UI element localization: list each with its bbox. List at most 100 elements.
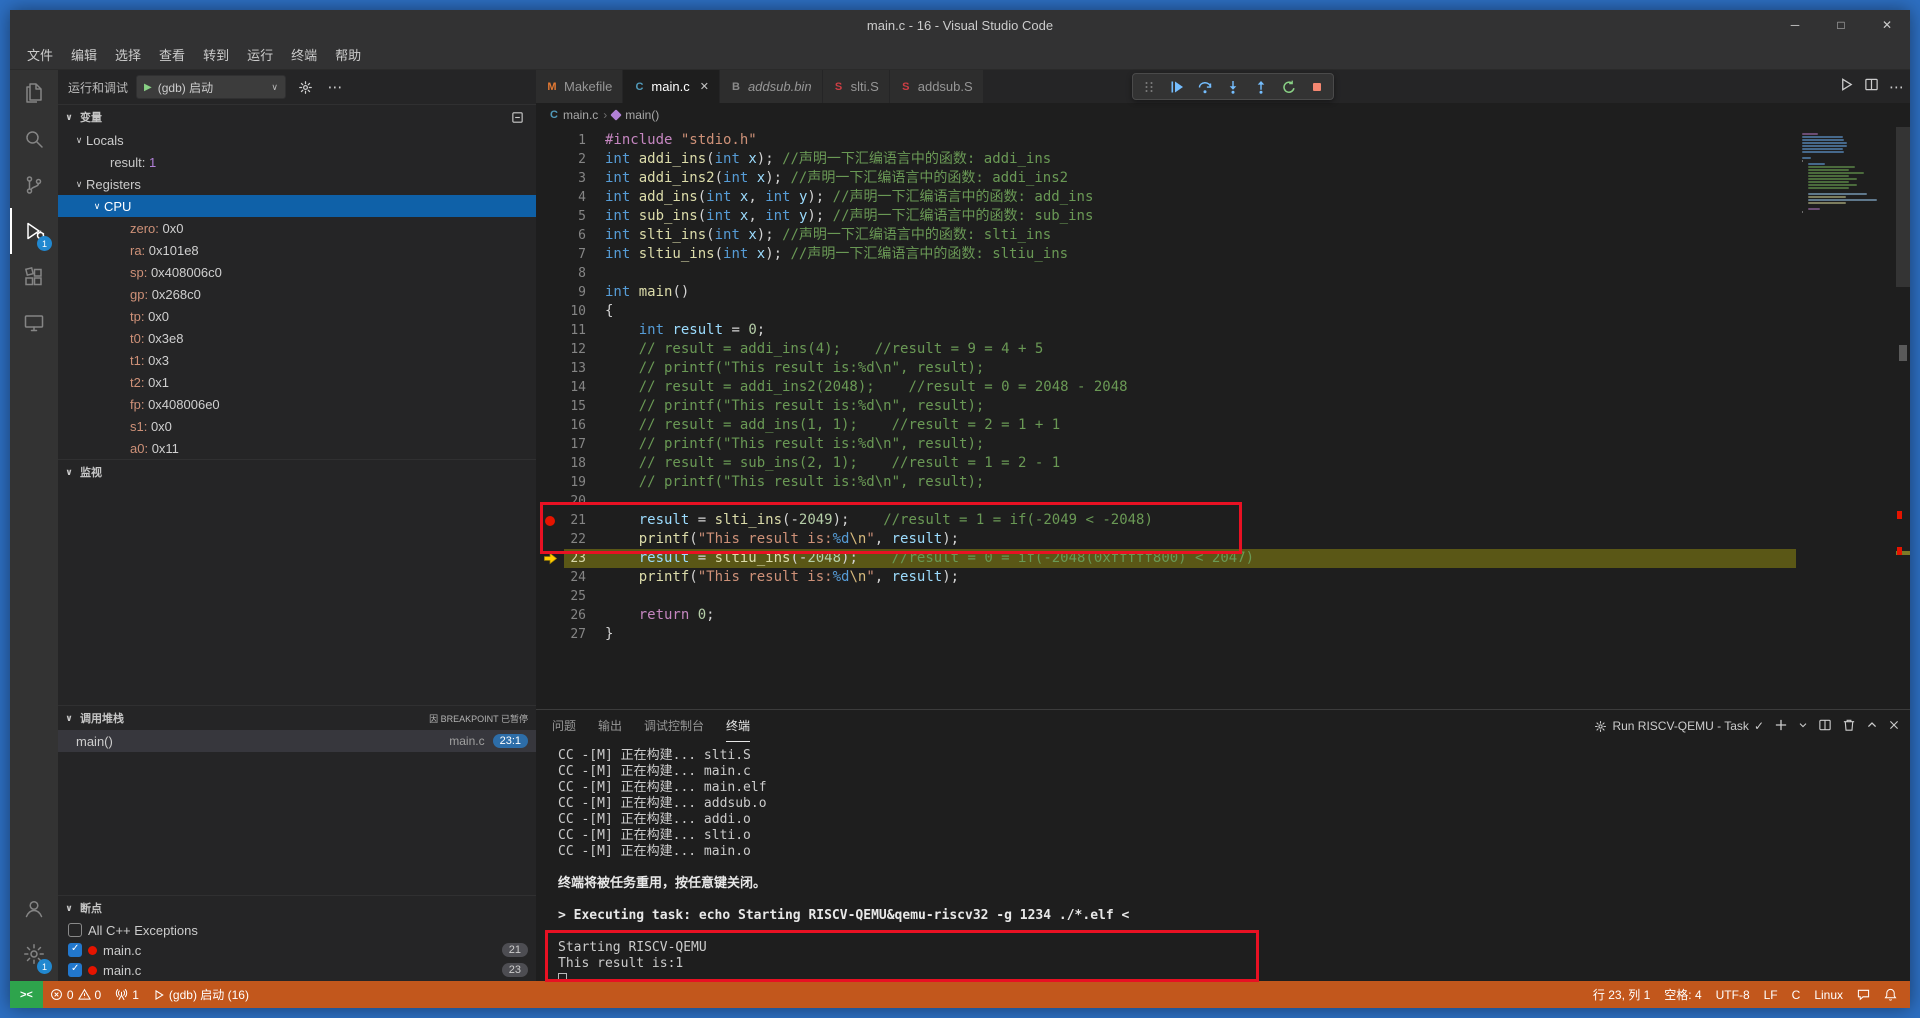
gutter-13[interactable] — [536, 359, 564, 378]
variables-header[interactable]: ∨ 变量 — [58, 105, 536, 129]
code-line-24[interactable]: 24 printf("This result is:%d\n", result)… — [536, 568, 1796, 587]
notifications-bell-icon[interactable] — [1877, 981, 1904, 1008]
feedback-icon[interactable] — [1850, 981, 1877, 1008]
register-row[interactable]: ra: 0x101e8 — [58, 239, 536, 261]
terminal-task-selector[interactable]: Run RISCV-QEMU - Task ✓ — [1594, 719, 1764, 733]
code-line-2[interactable]: 2int addi_ins(int x); //声明一下汇编语言中的函数: ad… — [536, 150, 1796, 169]
gutter-8[interactable] — [536, 264, 564, 283]
code-editor[interactable]: 1#include "stdio.h"2int addi_ins(int x);… — [536, 127, 1796, 709]
register-row[interactable]: t2: 0x1 — [58, 371, 536, 393]
menu-item-查看[interactable]: 查看 — [150, 42, 194, 67]
accounts-icon[interactable] — [10, 885, 58, 931]
code-line-13[interactable]: 13 // printf("This result is:%d\n", resu… — [536, 359, 1796, 378]
cpu-group[interactable]: ∨ CPU — [58, 195, 536, 217]
code-line-10[interactable]: 10{ — [536, 302, 1796, 321]
remote-indicator[interactable]: >< — [10, 981, 43, 1008]
code-line-25[interactable]: 25 — [536, 587, 1796, 606]
collapse-all-icon[interactable] — [506, 106, 528, 128]
settings-gear-icon[interactable]: 1 — [10, 931, 58, 977]
code-line-14[interactable]: 14 // result = addi_ins2(2048); //result… — [536, 378, 1796, 397]
close-button[interactable]: ✕ — [1864, 10, 1910, 40]
code-line-6[interactable]: 6int slti_ins(int x); //声明一下汇编语言中的函数: sl… — [536, 226, 1796, 245]
panel-tab-输出[interactable]: 输出 — [598, 710, 622, 742]
registers-group[interactable]: ∨ Registers — [58, 173, 536, 195]
gutter-23[interactable] — [536, 549, 564, 568]
gutter-12[interactable] — [536, 340, 564, 359]
extensions-icon[interactable] — [10, 254, 58, 300]
explorer-icon[interactable] — [10, 70, 58, 116]
breakpoint-checkbox[interactable] — [68, 963, 82, 977]
tab-Makefile[interactable]: MMakefile — [536, 70, 623, 103]
gutter-22[interactable] — [536, 530, 564, 549]
menu-item-运行[interactable]: 运行 — [238, 42, 282, 67]
menu-item-转到[interactable]: 转到 — [194, 42, 238, 67]
gutter-21[interactable] — [536, 511, 564, 530]
register-row[interactable]: fp: 0x408006e0 — [58, 393, 536, 415]
code-line-9[interactable]: 9int main() — [536, 283, 1796, 302]
gutter-5[interactable] — [536, 207, 564, 226]
breadcrumb[interactable]: C main.c › main() — [536, 103, 1910, 127]
kill-terminal-trash-icon[interactable] — [1842, 718, 1856, 735]
code-line-19[interactable]: 19 // printf("This result is:%d\n", resu… — [536, 473, 1796, 492]
encoding[interactable]: UTF-8 — [1709, 981, 1757, 1008]
eol-indicator[interactable]: LF — [1757, 981, 1785, 1008]
watch-header[interactable]: ∨ 监视 — [58, 460, 536, 484]
run-and-debug-icon[interactable]: 1 — [10, 208, 58, 254]
gutter-20[interactable] — [536, 492, 564, 511]
menu-item-选择[interactable]: 选择 — [106, 42, 150, 67]
gutter-1[interactable] — [536, 131, 564, 150]
indentation[interactable]: 空格: 4 — [1657, 981, 1708, 1008]
split-terminal-icon[interactable] — [1818, 718, 1832, 735]
terminal[interactable]: CC -[M] 正在构建... slti.SCC -[M] 正在构建... ma… — [536, 742, 1910, 981]
locals-group[interactable]: ∨ Locals — [58, 129, 536, 151]
gutter-17[interactable] — [536, 435, 564, 454]
more-actions-icon[interactable]: ⋯ — [1889, 78, 1904, 96]
gutter-10[interactable] — [536, 302, 564, 321]
close-icon[interactable]: ✕ — [700, 80, 709, 93]
code-line-8[interactable]: 8 — [536, 264, 1796, 283]
breadcrumb-file[interactable]: main.c — [563, 108, 598, 122]
more-actions-icon[interactable]: ⋯ — [324, 76, 346, 98]
menu-item-编辑[interactable]: 编辑 — [62, 42, 106, 67]
code-line-26[interactable]: 26 return 0; — [536, 606, 1796, 625]
code-line-20[interactable]: 20 — [536, 492, 1796, 511]
step-out-icon[interactable] — [1248, 75, 1274, 99]
panel-tab-问题[interactable]: 问题 — [552, 710, 576, 742]
register-row[interactable]: sp: 0x408006c0 — [58, 261, 536, 283]
code-line-1[interactable]: 1#include "stdio.h" — [536, 131, 1796, 150]
register-row[interactable]: gp: 0x268c0 — [58, 283, 536, 305]
breakpoint-checkbox[interactable] — [68, 943, 82, 957]
close-panel-icon[interactable] — [1888, 719, 1900, 734]
breakpoint-row[interactable]: main.c23 — [58, 960, 536, 980]
code-line-7[interactable]: 7int sltiu_ins(int x); //声明一下汇编语言中的函数: s… — [536, 245, 1796, 264]
code-line-3[interactable]: 3int addi_ins2(int x); //声明一下汇编语言中的函数: a… — [536, 169, 1796, 188]
code-line-12[interactable]: 12 // result = addi_ins(4); //result = 9… — [536, 340, 1796, 359]
register-row[interactable]: s1: 0x0 — [58, 415, 536, 437]
gutter-19[interactable] — [536, 473, 564, 492]
remote-explorer-icon[interactable] — [10, 300, 58, 346]
menu-item-帮助[interactable]: 帮助 — [326, 42, 370, 67]
tab-slti.S[interactable]: Sslti.S — [823, 70, 890, 103]
gutter-15[interactable] — [536, 397, 564, 416]
language-mode[interactable]: C — [1785, 981, 1808, 1008]
code-line-23[interactable]: 23 result = sltiu_ins(-2048); //result =… — [536, 549, 1796, 568]
scrollbar[interactable] — [1896, 127, 1910, 709]
split-editor-icon[interactable] — [1864, 77, 1879, 97]
breakpoint-row[interactable]: main.c21 — [58, 940, 536, 960]
gutter-27[interactable] — [536, 625, 564, 644]
source-control-icon[interactable] — [10, 162, 58, 208]
stop-icon[interactable] — [1304, 75, 1330, 99]
terminal-dropdown-icon[interactable] — [1798, 719, 1808, 733]
code-line-18[interactable]: 18 // result = sub_ins(2, 1); //result =… — [536, 454, 1796, 473]
menu-item-终端[interactable]: 终端 — [282, 42, 326, 67]
debug-settings-gear-icon[interactable] — [294, 76, 316, 98]
gutter-16[interactable] — [536, 416, 564, 435]
code-line-22[interactable]: 22 printf("This result is:%d\n", result)… — [536, 530, 1796, 549]
debug-session-indicator[interactable]: (gdb) 启动 (16) — [146, 981, 256, 1008]
gutter-24[interactable] — [536, 568, 564, 587]
scrollbar-slider[interactable] — [1896, 127, 1910, 287]
cursor-position[interactable]: 行 23, 列 1 — [1586, 981, 1657, 1008]
search-icon[interactable] — [10, 116, 58, 162]
code-line-16[interactable]: 16 // result = add_ins(1, 1); //result =… — [536, 416, 1796, 435]
code-line-11[interactable]: 11 int result = 0; — [536, 321, 1796, 340]
